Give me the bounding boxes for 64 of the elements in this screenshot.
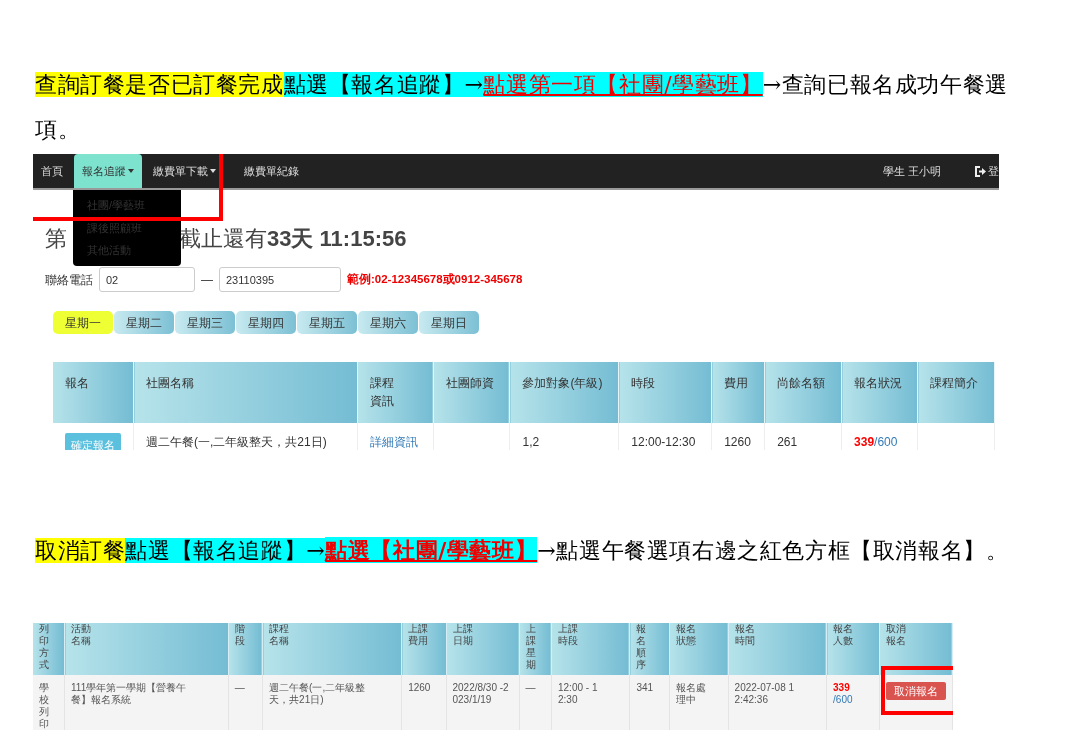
column-header: 報名人數 (833, 623, 855, 647)
column-header: 費用 (724, 375, 749, 392)
column-header: 參加對象(年級) (522, 375, 603, 392)
column-header: 上課日期 (452, 623, 474, 647)
column-header: 取消報名 (885, 623, 907, 647)
day-tab[interactable]: 星期一 (53, 311, 113, 334)
day-tab[interactable]: 星期日 (419, 311, 479, 334)
table-cell-text: 1260 (724, 434, 751, 450)
column-header: 階段 (234, 623, 246, 647)
day-tab[interactable]: 星期四 (236, 311, 296, 334)
column-header: 社團師資 (445, 375, 494, 392)
quota-text: 339/600 (854, 435, 898, 449)
instruction-text: 查詢訂餐是否已訂餐完成點選【報名追蹤】→點選第一項【社團/學藝班】→查詢已報名成功午餐選項。 (34, 71, 1009, 144)
table-cell-text: 週二午餐(一,二年級整天，共21日) (146, 434, 327, 450)
column-header: 社團名稱 (146, 375, 194, 392)
input-field[interactable]: 23110395 (219, 267, 341, 292)
nav-tab[interactable]: 報名追蹤 (74, 154, 142, 188)
column-header: 課程簡介 (930, 375, 978, 392)
user-name: 學生 王小明 (881, 163, 942, 179)
input-field[interactable]: 02 (99, 267, 195, 292)
column-header: 上課費用 (408, 623, 430, 647)
column-header: 時段 (631, 375, 656, 392)
table-cell: 學校列印 (39, 682, 50, 730)
column-header: 報名狀況 (854, 375, 903, 392)
day-tab[interactable]: 星期五 (297, 311, 357, 334)
column-header: 課程名稱 (269, 623, 291, 647)
column-header: 課程資訊 (369, 375, 395, 410)
table-cell-text: 12:00-12:30 (631, 434, 696, 450)
nav-tab[interactable]: 繳費單下載 (145, 154, 224, 188)
table-cell-text: 週二午餐(一,二年級整天，共21日) (269, 682, 367, 706)
day-tab[interactable]: 星期三 (175, 311, 235, 334)
day-tab[interactable]: 星期二 (114, 311, 174, 334)
heading-text: 截止還有33天 11:15:56 (179, 225, 407, 253)
table-cell: 2022-07-08 12:42:36 (734, 682, 795, 706)
column-header: 報名時間 (734, 623, 756, 647)
logout-link[interactable]: 登 (967, 154, 999, 188)
table-cell-text: 261 (777, 434, 798, 450)
heading-text: 第 (45, 225, 67, 253)
nav-tab[interactable]: 首頁 (33, 154, 71, 188)
column-header: 上課時段 (558, 623, 579, 647)
day-tab[interactable]: 星期六 (358, 311, 418, 334)
nav-tab[interactable]: 繳費單紀錄 (236, 154, 307, 188)
column-header: 活動名稱 (71, 623, 92, 647)
table-cell-text: 1,2 (522, 434, 540, 450)
table-cell-text: 2022/8/30 -2023/1/19 (452, 682, 510, 706)
table-cell-text: 111學年第一學期【營養午餐】報名系統 (71, 682, 188, 706)
column-header: 上課星期 (525, 623, 537, 671)
column-header: 報名狀態 (675, 623, 697, 647)
details-link[interactable]: 詳細資訊 (369, 435, 418, 449)
column-header: 報名 (65, 375, 89, 392)
table-cell: — (525, 682, 536, 694)
hint-text: 範例:02-12345678或0912-345678 (347, 271, 523, 287)
table-cell: 1260 (408, 682, 431, 694)
column-header: 尚餘名額 (777, 375, 826, 392)
field-label: 聯絡電話 (45, 271, 93, 289)
column-header: 報名順序 (636, 623, 648, 671)
separator-text: — (201, 271, 213, 289)
cancel-button[interactable]: 取消報名 (885, 682, 946, 700)
table-cell: 341 (636, 682, 654, 694)
quota-text: 339 /600 (833, 682, 853, 705)
table-cell: 報名處理中 (675, 682, 707, 706)
table-cell: 12:00 - 12:30 (558, 682, 598, 706)
table-cell: — (234, 682, 245, 694)
column-header: 列印方式 (39, 623, 50, 671)
